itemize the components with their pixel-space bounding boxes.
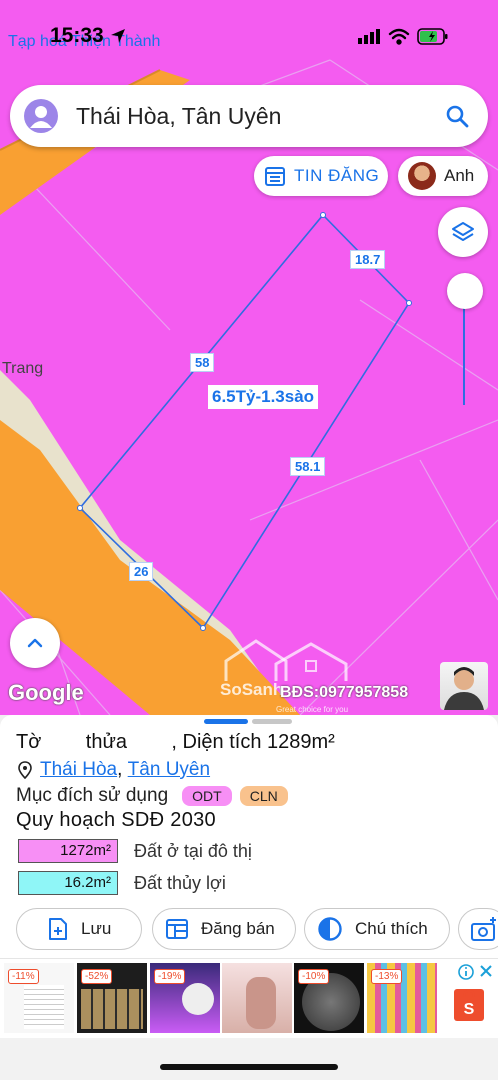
list-calendar-icon [166,919,188,939]
search-input[interactable]: Thái Hòa, Tân Uyên [76,103,281,130]
status-time: 15:33 [50,24,104,47]
expand-up-button[interactable] [10,618,60,668]
area-description: Đất ở tại đô thị [134,840,252,861]
edge-length-label: 26 [129,562,154,581]
commune-link[interactable]: Thái Hòa [40,759,117,781]
edge-length-label: 58 [190,353,215,372]
search-icon[interactable] [444,103,470,129]
add-file-icon [49,918,67,940]
layers-button[interactable] [438,207,488,257]
price-label[interactable]: 6.5Tỷ-1.3sào [208,385,319,409]
add-photo-button[interactable] [458,908,498,950]
ad-product-tile[interactable] [222,963,292,1033]
watermark-text: SoSanh [220,680,284,699]
area-description: Đất thủy lợi [134,872,226,893]
page-indicator-active [204,719,248,724]
location-arrow-icon [111,29,125,43]
zoom-slider-track[interactable] [463,305,465,405]
purpose-tag-cln[interactable]: CLN [239,786,288,806]
discount-badge: -11% [8,969,39,984]
ad-product-tile[interactable]: -11% [4,963,74,1033]
post-for-sale-label: Đăng bán [201,919,275,938]
add-photo-icon [471,917,496,941]
user-icon [30,106,52,128]
watermark-subtitle: Great choice for you [276,705,349,714]
calendar-list-icon [265,167,285,186]
ad-product-tile[interactable]: -19% [150,963,220,1033]
chevron-up-icon [27,638,43,648]
location-row: Thái Hòa , Tân Uyên [18,759,210,781]
place-label: Trang [2,360,44,377]
agent-avatar[interactable] [440,662,488,710]
layers-icon [452,222,474,241]
user-avatar [408,162,436,190]
discount-badge: -10% [298,969,330,984]
parcel-info-panel: Tờ thửa , Diện tích 1289m² Thái Hòa , Tâ… [0,715,498,958]
home-indicator[interactable] [160,1064,338,1070]
legend-label: Chú thích [355,919,428,938]
ad-product-tile[interactable]: -10% [294,963,364,1033]
area-value: 16.2m² [18,871,118,895]
listings-button[interactable]: TIN ĐĂNG [254,156,388,196]
wifi-icon [388,28,410,45]
ad-product-tile[interactable]: -52% [77,963,147,1033]
area-row: 16.2m² Đất thủy lợi [18,871,226,895]
svg-text:S: S [464,1001,475,1018]
save-button[interactable]: Lưu [16,908,142,950]
search-bar[interactable]: Thái Hòa, Tân Uyên [10,85,488,147]
plan-title: Quy hoạch SDĐ 2030 [16,809,216,831]
ad-product-tile[interactable]: -13% [367,963,437,1033]
edge-length-label: 58.1 [290,457,326,476]
post-for-sale-button[interactable]: Đăng bán [152,908,296,950]
user-chip[interactable]: Anh [398,156,488,196]
pin-icon [18,761,32,779]
page-indicator [252,719,292,724]
ad-banner[interactable]: -11% -52% -19% -10% -13% S [0,958,498,1038]
location-separator: , [117,759,128,780]
action-buttons: Lưu Đăng bán Chú thích [0,908,498,950]
status-bar: Tạp hoá Thiện Thành 15:33 [0,0,498,60]
profile-avatar[interactable] [24,99,58,133]
contrast-icon [318,917,342,941]
save-label: Lưu [81,919,112,938]
legend-button[interactable]: Chú thích [304,908,450,950]
watermark-house-icon [224,639,348,681]
ad-info-icon[interactable] [458,963,494,981]
purpose-label: Mục đích sử dụng [16,785,169,806]
agent-phone[interactable]: BĐS:0977957858 [280,684,408,702]
edge-length-label: 18.7 [350,250,386,269]
battery-icon [417,28,448,45]
district-link[interactable]: Tân Uyên [128,759,210,781]
purpose-row: Mục đích sử dụng ODT CLN [16,785,288,807]
home-bar-area [0,1038,498,1080]
status-icons [358,26,458,53]
discount-badge: -19% [154,969,186,984]
signal-icon [358,29,380,44]
google-logo: Google [8,680,84,705]
discount-badge: -13% [371,969,403,984]
listings-label: TIN ĐĂNG [294,166,380,185]
area-value: 1272m² [18,839,118,863]
area-row: 1272m² Đất ở tại đô thị [18,839,252,863]
discount-badge: -52% [81,969,113,984]
purpose-tag-odt[interactable]: ODT [182,786,232,806]
user-name: Anh [444,166,475,185]
shop-bag-icon[interactable]: S [454,989,484,1021]
parcel-title: Tờ thửa , Diện tích 1289m² [16,731,335,753]
zoom-slider-handle[interactable] [447,273,483,309]
